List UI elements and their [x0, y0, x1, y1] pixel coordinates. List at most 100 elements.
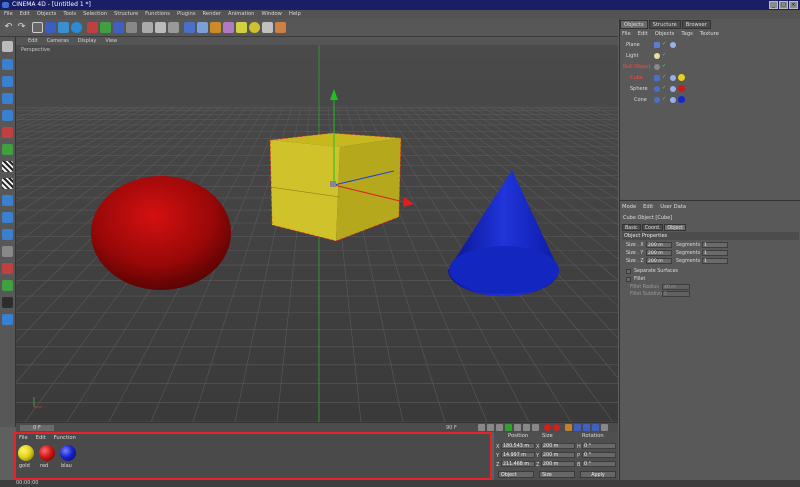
keyframe-scale-icon[interactable]: [574, 424, 581, 431]
next-frame-icon[interactable]: [514, 424, 521, 431]
objects-menu-objects[interactable]: Objects: [655, 31, 675, 37]
apply-button[interactable]: Apply: [580, 471, 616, 478]
use-texture-axis-tool-icon[interactable]: [2, 93, 13, 104]
phong-tag-icon[interactable]: [670, 42, 676, 48]
keyframe-param-icon[interactable]: [592, 424, 599, 431]
separate-surfaces-checkbox[interactable]: [626, 269, 631, 274]
redo-icon[interactable]: ↷: [16, 22, 27, 33]
scene-icon[interactable]: [236, 22, 247, 33]
viewport-menu-display[interactable]: Display: [78, 37, 96, 45]
visibility-check-icon[interactable]: ✓: [662, 86, 667, 91]
size-y-input[interactable]: 200 m: [646, 250, 672, 256]
material-tag-red-icon[interactable]: [678, 85, 685, 92]
deformer-icon[interactable]: [223, 22, 234, 33]
fillet-subdivision-input[interactable]: 5: [662, 291, 690, 297]
menu-edit[interactable]: Edit: [20, 10, 30, 19]
keyframe-pla-icon[interactable]: [601, 424, 608, 431]
viewport-menu-view[interactable]: View: [105, 37, 117, 45]
enable-axis-icon[interactable]: [2, 195, 13, 206]
objects-menu-file[interactable]: File: [622, 31, 631, 37]
y-axis-icon[interactable]: [100, 22, 111, 33]
menu-objects[interactable]: Objects: [37, 10, 57, 19]
use-object-tool-icon[interactable]: [2, 59, 13, 70]
go-to-end-icon[interactable]: [532, 424, 539, 431]
render-view-icon[interactable]: [142, 22, 153, 33]
visibility-check-icon[interactable]: ✓: [662, 42, 667, 47]
position-x-field[interactable]: 180.543 m: [501, 443, 535, 449]
scale-icon[interactable]: [58, 22, 69, 33]
viewport-menu-cameras[interactable]: Cameras: [47, 37, 69, 45]
size-z-input[interactable]: 200 m: [646, 258, 672, 264]
menu-plugins[interactable]: Plugins: [177, 10, 196, 19]
material-menu-edit[interactable]: Edit: [36, 435, 46, 441]
tweak-icon[interactable]: [2, 212, 13, 223]
object-row-null-object[interactable]: Null Object ✓: [620, 62, 800, 73]
menu-functions[interactable]: Functions: [145, 10, 170, 19]
menu-window[interactable]: Window: [261, 10, 281, 19]
tab-basic[interactable]: Basic: [622, 224, 641, 231]
object-name[interactable]: Null Object: [623, 64, 651, 70]
use-point-tool-icon[interactable]: [2, 110, 13, 121]
next-key-icon[interactable]: [523, 424, 530, 431]
spline-icon[interactable]: [210, 22, 221, 33]
tab-object[interactable]: Object: [664, 224, 687, 231]
rotation-b-field[interactable]: 0 °: [582, 461, 616, 467]
object-row-sphere[interactable]: Sphere ✓: [620, 84, 800, 95]
workplane-icon[interactable]: [2, 246, 13, 257]
object-name[interactable]: Cone: [634, 97, 647, 103]
render-settings-icon[interactable]: [168, 22, 179, 33]
undo-icon[interactable]: ↶: [3, 22, 14, 33]
go-to-start-icon[interactable]: [478, 424, 485, 431]
render-picture-viewer-icon[interactable]: [155, 22, 166, 33]
move-icon[interactable]: [45, 22, 56, 33]
nurbs-icon[interactable]: [197, 22, 208, 33]
material-menu-function[interactable]: Function: [54, 435, 76, 441]
fillet-radius-input[interactable]: 40 m: [662, 284, 690, 290]
environment-icon[interactable]: [275, 22, 286, 33]
paint-icon[interactable]: [2, 280, 13, 291]
material-tag-blau-icon[interactable]: [678, 96, 685, 103]
cube-primitive-icon[interactable]: [184, 22, 195, 33]
attributes-menu-edit[interactable]: Edit: [643, 204, 653, 210]
z-axis-icon[interactable]: [113, 22, 124, 33]
menu-tools[interactable]: Tools: [63, 10, 76, 19]
coordinate-system-icon[interactable]: [126, 22, 137, 33]
object-row-cube[interactable]: Cube ✓: [620, 73, 800, 84]
object-row-plane[interactable]: Plane ✓: [620, 40, 800, 51]
rotation-h-field[interactable]: 0 °: [582, 443, 616, 449]
attributes-menu-mode[interactable]: Mode: [622, 204, 636, 210]
material-gold-name[interactable]: gold: [19, 463, 30, 469]
position-y-field[interactable]: 14.997 m: [501, 452, 535, 458]
rotation-p-field[interactable]: 0 °: [582, 452, 616, 458]
menu-render[interactable]: Render: [203, 10, 221, 19]
previous-key-icon[interactable]: [487, 424, 494, 431]
object-row-light[interactable]: Light ✓: [620, 51, 800, 62]
maximize-button[interactable]: □: [779, 1, 788, 9]
sphere-object[interactable]: [91, 176, 231, 290]
objects-menu-texture[interactable]: Texture: [700, 31, 719, 37]
tab-structure[interactable]: Structure: [648, 20, 681, 29]
size-mode-dropdown[interactable]: Size: [539, 471, 575, 478]
visibility-check-icon[interactable]: ✓: [662, 64, 667, 69]
magnet-icon[interactable]: [2, 314, 13, 325]
material-blau-name[interactable]: blau: [61, 463, 72, 469]
fillet-checkbox[interactable]: [626, 277, 631, 282]
brush-icon[interactable]: [2, 297, 13, 308]
object-row-cone[interactable]: Cone ✓: [620, 95, 800, 106]
phong-tag-icon[interactable]: [670, 75, 676, 81]
light-icon[interactable]: [249, 22, 260, 33]
use-model-tool-icon[interactable]: [2, 41, 13, 52]
visibility-check-icon[interactable]: ✓: [662, 97, 667, 102]
tab-browser[interactable]: Browser: [681, 20, 711, 29]
menu-help[interactable]: Help: [289, 10, 301, 19]
live-selection-icon[interactable]: [32, 22, 43, 33]
close-button[interactable]: ×: [789, 1, 798, 9]
size-z-field[interactable]: 200 m: [541, 461, 575, 467]
rotate-icon[interactable]: [71, 22, 82, 33]
segments-x-input[interactable]: 1: [702, 242, 728, 248]
menu-structure[interactable]: Structure: [114, 10, 138, 19]
objects-menu-tags[interactable]: Tags: [681, 31, 692, 37]
segments-y-input[interactable]: 1: [702, 250, 728, 256]
phong-tag-icon[interactable]: [670, 97, 676, 103]
current-frame-field[interactable]: 0 F: [20, 425, 54, 431]
